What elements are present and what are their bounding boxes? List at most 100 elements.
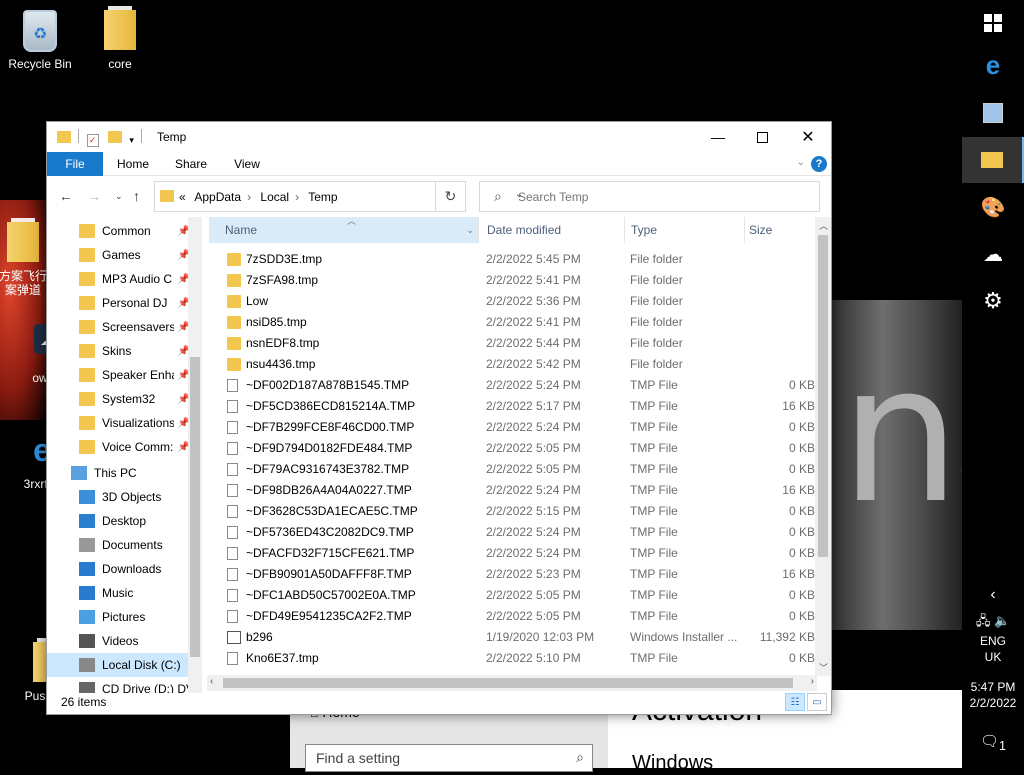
recent-locations-button[interactable]: ⌄ bbox=[115, 191, 123, 202]
file-row[interactable]: ~DFD49E9541235CA2F2.TMP 2/2/2022 5:05 PM T… bbox=[207, 606, 815, 627]
nav-item-quick[interactable]: MP3 Audio C 📌 bbox=[47, 267, 192, 291]
taskbar-paint[interactable]: 🎨 bbox=[962, 184, 1024, 230]
new-folder-icon[interactable] bbox=[108, 131, 123, 143]
nav-item-pc[interactable]: Downloads bbox=[47, 557, 192, 581]
file-row[interactable]: ~DF9D794D0182FDE484.TMP 2/2/2022 5:05 PM T… bbox=[207, 438, 815, 459]
file-row[interactable]: nsu4436.tmp 2/2/2022 5:42 PM File folder bbox=[207, 354, 807, 375]
chevron-down-icon[interactable]: ▾ bbox=[129, 135, 134, 145]
back-button[interactable]: ← bbox=[59, 188, 73, 204]
chevron-right-icon[interactable]: › bbox=[811, 676, 814, 687]
nav-item-quick[interactable]: Speaker Enha 📌 bbox=[47, 363, 192, 387]
taskbar-file-explorer[interactable] bbox=[962, 137, 1024, 183]
breadcrumb-local[interactable]: Local bbox=[260, 190, 289, 204]
up-button[interactable]: ↑ bbox=[133, 188, 140, 204]
network-sound-icons[interactable]: 🖧 🔈 bbox=[962, 612, 1024, 634]
nav-item-pc[interactable]: Desktop bbox=[47, 509, 192, 533]
file-row[interactable]: ~DF98DB26A4A04A0227.TMP 2/2/2022 5:24 PM T… bbox=[207, 480, 815, 501]
large-icons-view-button[interactable]: ▭ bbox=[807, 693, 827, 711]
chevron-right-icon: › bbox=[247, 190, 252, 204]
file-size: 0 KB bbox=[788, 588, 815, 602]
close-button[interactable]: ✕ bbox=[785, 122, 831, 152]
file-size: 0 KB bbox=[788, 504, 815, 518]
forward-button[interactable]: → bbox=[87, 188, 101, 204]
file-row[interactable]: ~DFC1ABD50C57002E0A.TMP 2/2/2022 5:05 PM T… bbox=[207, 585, 815, 606]
taskbar-settings[interactable]: ⚙ bbox=[962, 278, 1024, 324]
nav-item-quick[interactable]: Games 📌 bbox=[47, 243, 192, 267]
title-bar[interactable]: ✓ ▾ Temp — ✕ bbox=[47, 122, 831, 152]
chevron-left-icon[interactable]: ‹ bbox=[962, 586, 1024, 604]
nav-item-quick[interactable]: Skins 📌 bbox=[47, 339, 192, 363]
column-header-name[interactable]: Name ︿ ⌄ bbox=[209, 217, 479, 243]
language-bottom[interactable]: UK bbox=[962, 650, 1024, 664]
tab-view[interactable]: View bbox=[227, 152, 267, 176]
taskbar-owncloud[interactable]: ☁ bbox=[962, 231, 1024, 277]
chevron-left-icon[interactable]: ‹ bbox=[210, 676, 213, 687]
chevron-down-icon[interactable]: ﹀ bbox=[819, 661, 828, 674]
desktop-icon-recycle-bin[interactable]: ♻ Recycle Bin bbox=[1, 10, 79, 71]
file-row[interactable]: Kno6E37.tmp 2/2/2022 5:10 PM TMP File 0 KB bbox=[207, 648, 815, 669]
language-top[interactable]: ENG bbox=[962, 634, 1024, 648]
window-title: Temp bbox=[157, 130, 187, 144]
nav-item-quick[interactable]: Voice Comm: 📌 bbox=[47, 435, 192, 459]
nav-item-pc[interactable]: Music bbox=[47, 581, 192, 605]
nav-item-quick[interactable]: Screensavers 📌 bbox=[47, 315, 192, 339]
nav-item-quick[interactable]: Personal DJ 📌 bbox=[47, 291, 192, 315]
breadcrumb-appdata[interactable]: AppData bbox=[194, 190, 241, 204]
column-header-date[interactable]: Date modified bbox=[485, 217, 625, 243]
file-row[interactable]: ~DF3628C53DA1ECAE5C.TMP 2/2/2022 5:15 PM T… bbox=[207, 501, 815, 522]
notification-icon[interactable]: 🗨1 bbox=[962, 732, 1024, 753]
taskbar-control-panel[interactable] bbox=[962, 90, 1024, 136]
nav-item-pc[interactable]: Pictures bbox=[47, 605, 192, 629]
chevron-up-icon[interactable]: ︿ bbox=[819, 219, 828, 232]
clock-date[interactable]: 2/2/2022 bbox=[962, 696, 1024, 710]
address-bar[interactable]: « AppData › Local › Temp ⌄ ↻ bbox=[154, 181, 523, 212]
column-header-type[interactable]: Type bbox=[629, 217, 745, 243]
file-row[interactable]: ~DF002D187A878B1545.TMP 2/2/2022 5:24 PM T… bbox=[207, 375, 815, 396]
taskbar-ie[interactable]: e bbox=[962, 42, 1024, 88]
properties-icon[interactable]: ✓ bbox=[86, 134, 99, 147]
column-header-size[interactable]: Size bbox=[749, 217, 819, 243]
refresh-button[interactable]: ↻ bbox=[435, 182, 465, 211]
file-list-scrollbar[interactable]: ︿ ﹀ bbox=[815, 217, 831, 676]
search-box[interactable]: ⌕ bbox=[479, 181, 820, 212]
start-button[interactable] bbox=[962, 0, 1024, 46]
nav-item-pc[interactable]: 3D Objects bbox=[47, 485, 192, 509]
tab-home[interactable]: Home bbox=[113, 152, 153, 176]
expand-ribbon-icon[interactable]: ⌄ bbox=[797, 157, 805, 168]
nav-item-pc[interactable]: Documents bbox=[47, 533, 192, 557]
file-row[interactable]: 7zSDD3E.tmp 2/2/2022 5:45 PM File folder bbox=[207, 249, 807, 270]
tab-file[interactable]: File bbox=[47, 152, 103, 176]
file-row[interactable]: 7zSFA98.tmp 2/2/2022 5:41 PM File folder bbox=[207, 270, 807, 291]
file-row[interactable]: nsiD85.tmp 2/2/2022 5:41 PM File folder bbox=[207, 312, 807, 333]
breadcrumb-temp[interactable]: Temp bbox=[308, 190, 337, 204]
file-row[interactable]: Low 2/2/2022 5:36 PM File folder bbox=[207, 291, 807, 312]
file-row[interactable]: ~DF79AC9316743E3782.TMP 2/2/2022 5:05 PM T… bbox=[207, 459, 815, 480]
file-row[interactable]: ~DF5736ED43C2082DC9.TMP 2/2/2022 5:24 PM T… bbox=[207, 522, 815, 543]
file-row[interactable]: b296 1/19/2020 12:03 PM Windows Installer … bbox=[207, 627, 815, 648]
nav-item-pc[interactable]: Local Disk (C:) bbox=[47, 653, 192, 677]
taskbar: e 🎨 ☁ ⚙ ‹ 🖧 🔈 ENG UK 5:47 PM 2/2/2022 🗨1 bbox=[962, 0, 1024, 768]
file-row[interactable]: ~DFB90901A50DAFFF8F.TMP 2/2/2022 5:23 PM T… bbox=[207, 564, 815, 585]
maximize-button[interactable] bbox=[739, 122, 785, 152]
clock-time[interactable]: 5:47 PM bbox=[962, 680, 1024, 694]
nav-item-quick[interactable]: Common 📌 bbox=[47, 219, 192, 243]
chevron-down-icon[interactable]: ⌄ bbox=[466, 217, 474, 243]
file-row[interactable]: ~DFACFD32F715CFE621.TMP 2/2/2022 5:24 PM T… bbox=[207, 543, 815, 564]
nav-item-this-pc[interactable]: This PC bbox=[47, 461, 192, 485]
breadcrumb-overflow[interactable]: « bbox=[179, 190, 186, 204]
file-row[interactable]: ~DF7B299FCE8F46CD00.TMP 2/2/2022 5:24 PM T… bbox=[207, 417, 815, 438]
nav-item-quick[interactable]: System32 📌 bbox=[47, 387, 192, 411]
minimize-button[interactable]: — bbox=[695, 122, 741, 152]
tab-share[interactable]: Share bbox=[171, 152, 211, 176]
help-icon[interactable]: ? bbox=[811, 156, 827, 172]
file-row[interactable]: nsnEDF8.tmp 2/2/2022 5:44 PM File folder bbox=[207, 333, 807, 354]
horizontal-scrollbar[interactable]: ‹ › bbox=[207, 675, 817, 691]
nav-scrollbar[interactable] bbox=[188, 217, 202, 693]
nav-item-pc[interactable]: Videos bbox=[47, 629, 192, 653]
file-size: 0 KB bbox=[788, 651, 815, 665]
details-view-button[interactable]: ☷ bbox=[785, 693, 805, 711]
nav-item-quick[interactable]: Visualizations 📌 bbox=[47, 411, 192, 435]
desktop-icon-core[interactable]: core bbox=[81, 6, 159, 71]
search-input[interactable] bbox=[518, 190, 798, 204]
file-row[interactable]: ~DF5CD386ECD815214A.TMP 2/2/2022 5:17 PM T… bbox=[207, 396, 815, 417]
